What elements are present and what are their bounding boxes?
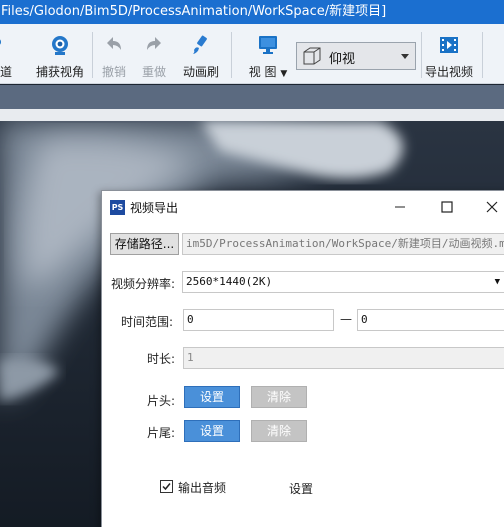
minimize-icon[interactable]: [390, 197, 410, 217]
cut-tool-icon: [0, 39, 1, 45]
capture-view-button[interactable]: 捕获视角: [30, 24, 90, 84]
header-clip-label: 片头:: [147, 394, 176, 408]
undo-icon: [107, 37, 121, 50]
capture-view-label: 捕获视角: [35, 65, 84, 79]
resolution-label: 视频分辨率:: [111, 277, 176, 291]
chevron-down-icon: ▼: [494, 277, 500, 287]
chevron-down-icon: [401, 54, 409, 59]
maximize-icon[interactable]: [437, 197, 457, 217]
audio-settings-link[interactable]: 设置: [289, 480, 313, 497]
view-direction-value: 仰视: [329, 52, 356, 67]
webcam-icon: [52, 36, 68, 55]
main-toolbar: 道 捕获视角 撤销 重做 动画刷 视 图 ▼ 仰视 导出视频: [0, 24, 504, 84]
close-icon[interactable]: [482, 197, 502, 217]
time-range-separator: —: [340, 312, 352, 326]
dialog-title: 视频导出: [130, 201, 179, 215]
panel-header-bar: [0, 85, 504, 109]
checkmark-icon: [162, 483, 171, 491]
view-direction-select[interactable]: 仰视: [296, 42, 416, 70]
time-end-field[interactable]: 0: [357, 309, 504, 331]
export-video-dialog: PS 视频导出 存储路径... im5D/ProcessAnimation/Wo…: [101, 190, 504, 527]
toolbar-separator: [482, 32, 483, 78]
toolbar-separator: [92, 32, 93, 78]
redo-icon: [147, 37, 161, 50]
cut-tool-button[interactable]: 道: [0, 24, 12, 84]
resolution-select[interactable]: 2560*1440(2K) ▼: [182, 271, 504, 293]
dialog-titlebar[interactable]: PS 视频导出: [102, 191, 504, 223]
duration-label: 时长:: [147, 352, 176, 366]
save-path-button[interactable]: 存储路径...: [110, 233, 179, 255]
view-menu-label: 视 图 ▼: [248, 65, 288, 79]
footer-clip-label: 片尾:: [147, 426, 176, 440]
redo-button[interactable]: 重做: [137, 24, 171, 84]
duration-field: 1: [183, 347, 504, 369]
film-export-icon: [440, 37, 458, 53]
redo-label: 重做: [141, 65, 166, 79]
time-start-field[interactable]: 0: [183, 309, 334, 331]
audio-label: 输出音频: [178, 481, 227, 495]
brush-icon: [193, 35, 207, 54]
undo-label: 撤销: [101, 65, 126, 79]
animation-brush-button[interactable]: 动画刷: [178, 24, 224, 84]
export-video-label: 导出视频: [424, 65, 473, 79]
footer-set-button[interactable]: 设置: [184, 420, 240, 442]
cut-tool-label: 道: [0, 65, 13, 79]
export-video-button[interactable]: 导出视频: [420, 24, 478, 84]
window-title: Files/Glodon/Bim5D/ProcessAnimation/Work…: [0, 0, 504, 24]
header-clear-button[interactable]: 清除: [251, 386, 307, 408]
cube-icon: [303, 47, 321, 65]
audio-checkbox[interactable]: [160, 480, 173, 493]
panel-strip: [0, 109, 504, 121]
app-logo-icon: PS: [110, 200, 125, 215]
footer-clear-button[interactable]: 清除: [251, 420, 307, 442]
header-set-button[interactable]: 设置: [184, 386, 240, 408]
undo-button[interactable]: 撤销: [97, 24, 131, 84]
monitor-icon: [259, 36, 277, 54]
save-path-field[interactable]: im5D/ProcessAnimation/WorkSpace/新建项目/动画视…: [182, 233, 504, 255]
view-menu-button[interactable]: 视 图 ▼: [244, 24, 292, 84]
animation-brush-label: 动画刷: [182, 65, 219, 79]
resolution-value: 2560*1440(2K): [186, 275, 273, 288]
time-range-label: 时间范围:: [121, 315, 174, 329]
toolbar-separator: [231, 32, 232, 78]
